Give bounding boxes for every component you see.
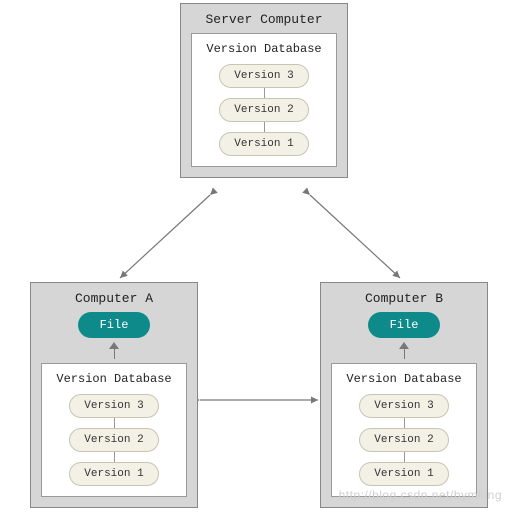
computer-b-title: Computer B <box>331 291 477 306</box>
version-node: Version 2 <box>359 428 448 452</box>
arrow-up-icon <box>331 342 477 359</box>
server-version-list: Version 3 Version 2 Version 1 <box>202 64 326 156</box>
server-title: Server Computer <box>191 12 337 27</box>
computer-a-version-database: Version Database Version 3 Version 2 Ver… <box>41 363 187 497</box>
version-node: Version 1 <box>69 462 158 486</box>
computer-a-version-list: Version 3 Version 2 Version 1 <box>52 394 176 486</box>
server-computer-box: Server Computer Version Database Version… <box>180 3 348 178</box>
watermark-text: http://blog.csdn.net/bymking <box>339 488 502 502</box>
computer-b-version-database: Version Database Version 3 Version 2 Ver… <box>331 363 477 497</box>
version-connector <box>404 418 405 428</box>
version-node: Version 1 <box>219 132 308 156</box>
file-pill: File <box>368 312 441 338</box>
arrow-up-icon <box>41 342 187 359</box>
version-connector <box>404 452 405 462</box>
version-connector <box>264 122 265 132</box>
db-label: Version Database <box>202 42 326 56</box>
version-node: Version 3 <box>219 64 308 88</box>
version-node: Version 3 <box>359 394 448 418</box>
computer-b-version-list: Version 3 Version 2 Version 1 <box>342 394 466 486</box>
version-node: Version 1 <box>359 462 448 486</box>
version-connector <box>114 418 115 428</box>
server-version-database: Version Database Version 3 Version 2 Ver… <box>191 33 337 167</box>
version-connector <box>264 88 265 98</box>
file-pill: File <box>78 312 151 338</box>
version-connector <box>114 452 115 462</box>
db-label: Version Database <box>52 372 176 386</box>
version-node: Version 2 <box>219 98 308 122</box>
computer-b-box: Computer B File Version Database Version… <box>320 282 488 508</box>
db-label: Version Database <box>342 372 466 386</box>
version-node: Version 2 <box>69 428 158 452</box>
version-node: Version 3 <box>69 394 158 418</box>
computer-a-title: Computer A <box>41 291 187 306</box>
computer-a-box: Computer A File Version Database Version… <box>30 282 198 508</box>
